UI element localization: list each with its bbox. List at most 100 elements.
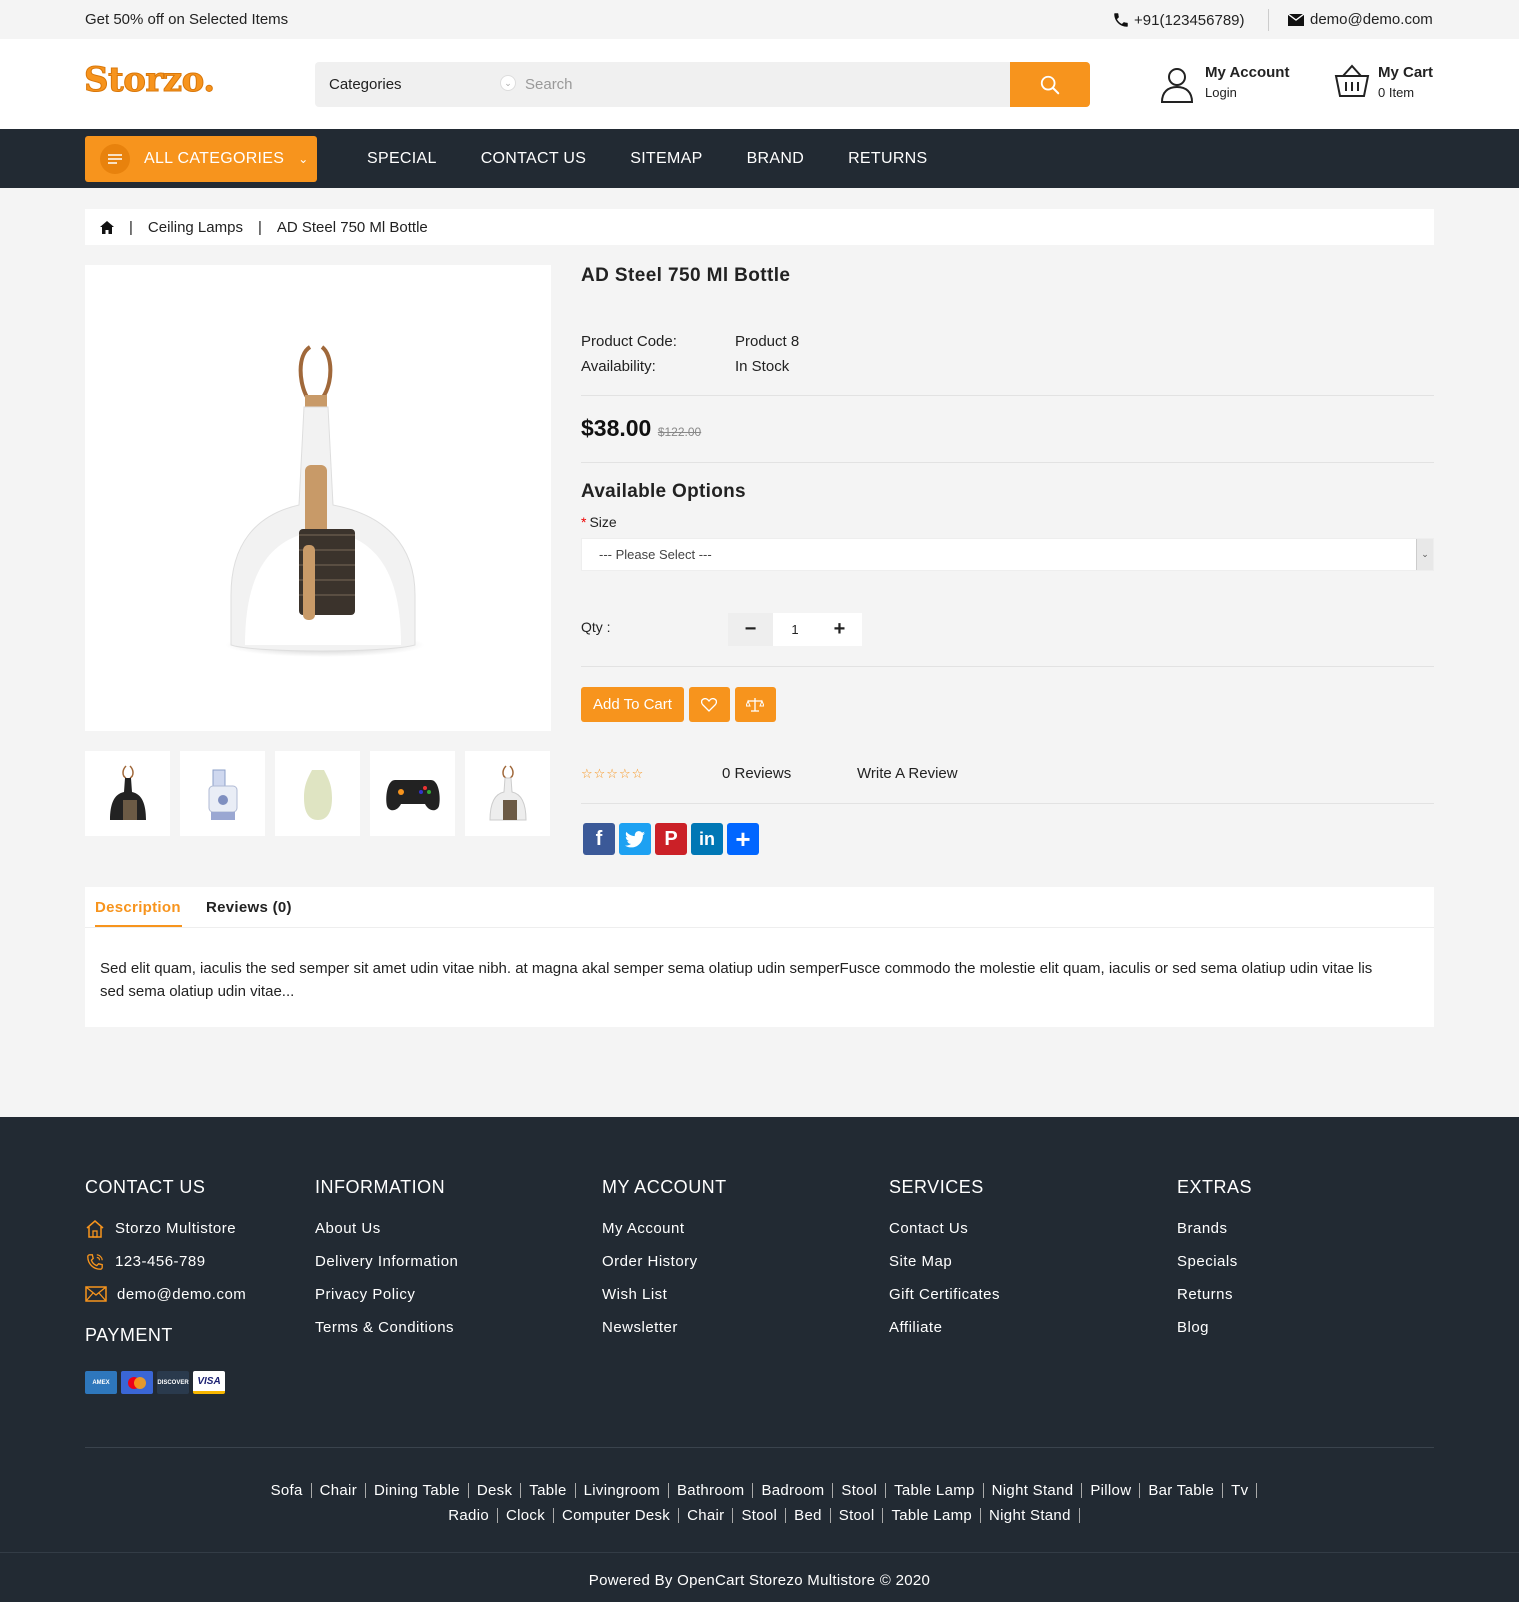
footer-link[interactable]: Gift Certificates	[889, 1286, 1000, 1319]
nav-link-brand[interactable]: BRAND	[747, 150, 805, 168]
footer-tag-link[interactable]: Desk	[469, 1483, 522, 1498]
qty-increase-button[interactable]: +	[817, 613, 862, 646]
thumbnail-3[interactable]	[275, 751, 360, 836]
linkedin-icon[interactable]: in	[691, 823, 723, 855]
footer-tag-link[interactable]: Clock	[498, 1508, 554, 1523]
qty-label: Qty :	[581, 619, 611, 635]
add-to-cart-button[interactable]: Add To Cart	[581, 687, 684, 722]
thumbnail-5[interactable]	[465, 751, 550, 836]
footer-tag-link[interactable]: Sofa	[263, 1483, 312, 1498]
footer-tag-link[interactable]: Pillow	[1082, 1483, 1141, 1498]
all-categories-button[interactable]: ALL CATEGORIES ⌄	[85, 136, 317, 182]
divider	[581, 666, 1434, 667]
breadcrumb-item-current[interactable]: AD Steel 750 Ml Bottle	[277, 219, 428, 236]
topbar-email-text: demo@demo.com	[1310, 11, 1433, 28]
gamepad-thumb	[385, 779, 440, 810]
footer-tag-link[interactable]: Chair	[312, 1483, 366, 1498]
footer-tag-link[interactable]: Bar Table	[1140, 1483, 1224, 1498]
footer-tag-link[interactable]: Stool	[733, 1508, 787, 1523]
qty-decrease-button[interactable]: −	[728, 613, 773, 646]
footer-tag-link[interactable]: Computer Desk	[554, 1508, 680, 1523]
chevron-down-icon[interactable]: ⌄	[500, 75, 516, 91]
site-logo[interactable]: Storzo.	[84, 60, 216, 101]
topbar-phone[interactable]: +91(123456789)	[1112, 11, 1245, 29]
wishlist-button[interactable]	[688, 687, 730, 722]
footer-tag-link[interactable]: Badroom	[753, 1483, 834, 1498]
share-more-icon[interactable]: +	[727, 823, 759, 855]
user-icon	[1160, 68, 1194, 103]
footer-tag-link[interactable]: Table Lamp	[886, 1483, 984, 1498]
size-select[interactable]: --- Please Select --- ⌄	[581, 538, 1434, 571]
footer-services: SERVICES Contact Us Site Map Gift Certif…	[889, 1177, 1000, 1352]
search-button[interactable]	[1010, 62, 1090, 107]
footer-link[interactable]: Order History	[602, 1253, 727, 1286]
compare-button[interactable]	[734, 687, 776, 722]
divider	[581, 803, 1434, 804]
footer-link[interactable]: Brands	[1177, 1220, 1252, 1253]
active-tab-indicator	[95, 925, 182, 927]
footer-link[interactable]: Wish List	[602, 1286, 727, 1319]
footer-link[interactable]: Privacy Policy	[315, 1286, 458, 1319]
pinterest-icon[interactable]: P	[655, 823, 687, 855]
footer-tag-link[interactable]: Bed	[786, 1508, 831, 1523]
topbar-email[interactable]: demo@demo.com	[1288, 11, 1433, 28]
footer-email[interactable]: demo@demo.com	[85, 1286, 246, 1319]
breadcrumb-separator: |	[129, 218, 133, 236]
footer-link[interactable]: Site Map	[889, 1253, 1000, 1286]
footer-phone[interactable]: 123-456-789	[85, 1253, 246, 1286]
thumbnail-1[interactable]	[85, 751, 170, 836]
twitter-icon[interactable]	[619, 823, 651, 855]
footer-tag-link[interactable]: Table	[521, 1483, 576, 1498]
dustpan-thumb	[488, 764, 527, 820]
category-select[interactable]: Categories	[329, 76, 402, 93]
nav-link-returns[interactable]: RETURNS	[848, 150, 927, 168]
footer-link[interactable]: Specials	[1177, 1253, 1252, 1286]
tab-description[interactable]: Description	[95, 899, 181, 916]
footer-link[interactable]: Delivery Information	[315, 1253, 458, 1286]
home-icon[interactable]	[100, 220, 114, 234]
footer-link[interactable]: Blog	[1177, 1319, 1252, 1352]
nav-link-sitemap[interactable]: SITEMAP	[630, 150, 702, 168]
footer-tag-link[interactable]: Livingroom	[576, 1483, 669, 1498]
reviews-count-link[interactable]: 0 Reviews	[722, 765, 857, 782]
footer-link[interactable]: Contact Us	[889, 1220, 1000, 1253]
options-title: Available Options	[581, 481, 746, 502]
footer-link[interactable]: Newsletter	[602, 1319, 727, 1352]
tab-reviews[interactable]: Reviews (0)	[206, 899, 292, 916]
footer-tag-link[interactable]: Dining Table	[366, 1483, 469, 1498]
footer-divider	[0, 1552, 1519, 1553]
footer-link[interactable]: Returns	[1177, 1286, 1252, 1319]
required-marker: *	[581, 514, 587, 530]
footer-tag-link[interactable]: Stool	[833, 1483, 887, 1498]
footer-payment-title: PAYMENT	[85, 1325, 173, 1345]
my-cart-menu[interactable]: My Cart 0 Item	[1334, 64, 1444, 108]
footer-contact: CONTACT US Storzo Multistore 123-456-789…	[85, 1177, 246, 1319]
nav-link-contact-us[interactable]: CONTACT US	[481, 150, 587, 168]
breadcrumb-item-category[interactable]: Ceiling Lamps	[148, 219, 243, 236]
footer-tag-link[interactable]: Chair	[679, 1508, 734, 1523]
footer-tag-link[interactable]: Radio	[440, 1508, 498, 1523]
footer-link[interactable]: Terms & Conditions	[315, 1319, 458, 1352]
footer-tag-link[interactable]: Night Stand	[981, 1508, 1080, 1523]
footer-tag-link[interactable]: Table Lamp	[883, 1508, 982, 1523]
account-login-link[interactable]: Login	[1205, 85, 1237, 100]
qty-input[interactable]: 1	[773, 613, 817, 646]
thumbnail-2[interactable]	[180, 751, 265, 836]
footer-link[interactable]: About Us	[315, 1220, 458, 1253]
phone-outline-icon	[87, 1254, 103, 1270]
mail-outline-icon	[85, 1286, 107, 1302]
thumbnail-4[interactable]	[370, 751, 455, 836]
write-review-link[interactable]: Write A Review	[857, 765, 958, 782]
facebook-icon[interactable]: f	[583, 823, 615, 855]
juicer-thumb	[208, 769, 237, 820]
footer-tag-link[interactable]: Stool	[831, 1508, 884, 1523]
footer-link[interactable]: Affiliate	[889, 1319, 1000, 1352]
my-account-menu[interactable]: My Account Login	[1160, 64, 1310, 108]
footer-tag-link[interactable]: Night Stand	[984, 1483, 1083, 1498]
footer-link[interactable]: My Account	[602, 1220, 727, 1253]
product-main-image[interactable]	[85, 265, 551, 731]
footer-tag-link[interactable]: Tv	[1223, 1483, 1258, 1498]
search-input[interactable]	[525, 62, 995, 107]
footer-tag-link[interactable]: Bathroom	[669, 1483, 754, 1498]
nav-link-special[interactable]: SPECIAL	[367, 150, 437, 168]
